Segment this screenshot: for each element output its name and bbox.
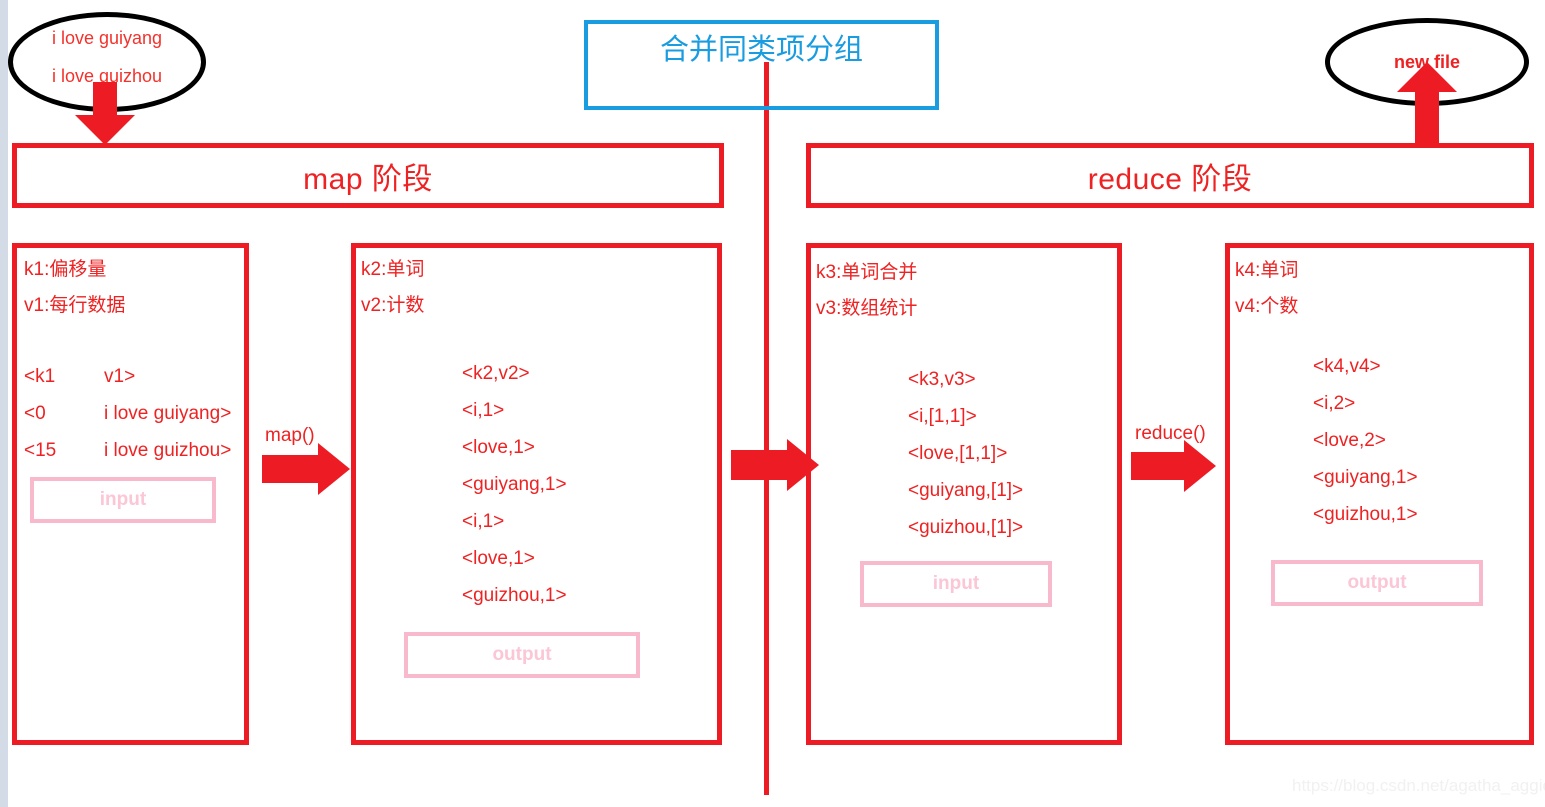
arrow-reduce-head [1184,440,1216,492]
arrow-map-shaft [262,455,324,483]
panel-k1v1-value-label: v1:每行数据 [24,295,126,316]
reduce-stage-label: reduce 阶段 [1087,162,1253,196]
pair-row: <love,[1,1]> [908,443,1008,464]
pair-row: <15 i love guizhou> [24,440,231,462]
title-box: 合并同类项分组 [584,20,939,110]
panel-k2v2-value-label: v2:计数 [361,295,425,316]
pair-header-value: v1> [104,366,136,387]
pair-row: <guiyang,1> [1313,467,1418,488]
pair-row: <i,1> [462,511,505,532]
left-gutter [0,0,8,807]
arrow-reduce-to-newfile-shaft [1415,92,1439,147]
panel-k3v3-key-label: k3:单词合并 [816,262,918,283]
arrow-reduce-shaft [1131,452,1189,480]
panel-k1v1-pairs: <k1 v1> <0 i love guiyang> <15 i love guizh… [24,366,231,477]
panel-k1v1-key-label: k1:偏移量 [24,259,107,280]
pair-header-key: <k1 [24,366,56,387]
watermark: https://blog.csdn.net/agatha_aggie [1292,776,1545,795]
panel-k3v3-pairs: <k3,v3> <i,[1,1]> <love,[1,1]> <guiyang,… [908,369,1023,554]
pair-row: <i,2> [1313,393,1356,414]
pair-row: <guizhou,[1]> [908,517,1024,538]
panel-k1v1-input-box: input [30,477,216,523]
pair-header-row: <k3,v3> [908,369,976,390]
arrow-reduce-to-newfile-head [1397,62,1457,92]
title-box-label: 合并同类项分组 [659,34,863,66]
panel-k4v4-output-box: output [1271,560,1483,606]
pair-row: <love,1> [462,437,535,458]
panel-k3v3-value-label: v3:数组统计 [816,298,918,319]
panel-k3v3-input-box: input [860,561,1052,607]
panel-k2v2-key-label: k2:单词 [361,259,425,280]
pair-row: <love,1> [462,548,535,569]
pair-value: i love guizhou> [104,440,232,461]
pair-key: <15 [24,440,57,461]
pair-header-row: <k2,v2> [462,363,530,384]
reduce-stage-header: reduce 阶段 [806,143,1534,208]
pair-row: <i,1> [462,400,505,421]
pair-row: <love,2> [1313,430,1386,451]
pair-row: <guiyang,[1]> [908,480,1024,501]
panel-k4v4-key-label: k4:单词 [1235,260,1299,281]
pair-header-row: <k4,v4> [1313,356,1381,377]
pair-value: i love guiyang> [104,403,232,424]
shuffle-divider-line [764,62,769,795]
map-function-label: map() [265,425,315,446]
arrow-shuffle-shaft [731,450,793,480]
pair-key: <0 [24,403,46,424]
pair-row: <guizhou,1> [462,585,567,606]
pair-row: <i,[1,1]> [908,406,977,427]
pair-row: <guizhou,1> [1313,504,1418,525]
source-ellipse-line-1: i love guiyang [51,28,163,48]
panel-k2v2-pairs: <k2,v2> <i,1> <love,1> <guiyang,1> <i,1>… [462,363,567,622]
map-stage-header: map 阶段 [12,143,724,208]
diagram-canvas: i love guiyang i love guizhou 合并同类项分组 ne… [0,0,1545,807]
pair-header-row: <k1 v1> [24,366,231,388]
pair-row: <0 i love guiyang> [24,403,231,425]
map-stage-label: map 阶段 [303,162,433,196]
arrow-map-head [318,443,350,495]
panel-k4v4-value-label: v4:个数 [1235,296,1299,317]
pair-row: <guiyang,1> [462,474,567,495]
arrow-source-to-map-head [75,115,135,145]
panel-k4v4-pairs: <k4,v4> <i,2> <love,2> <guiyang,1> <guiz… [1313,356,1418,541]
panel-k2v2-output-box: output [404,632,640,678]
